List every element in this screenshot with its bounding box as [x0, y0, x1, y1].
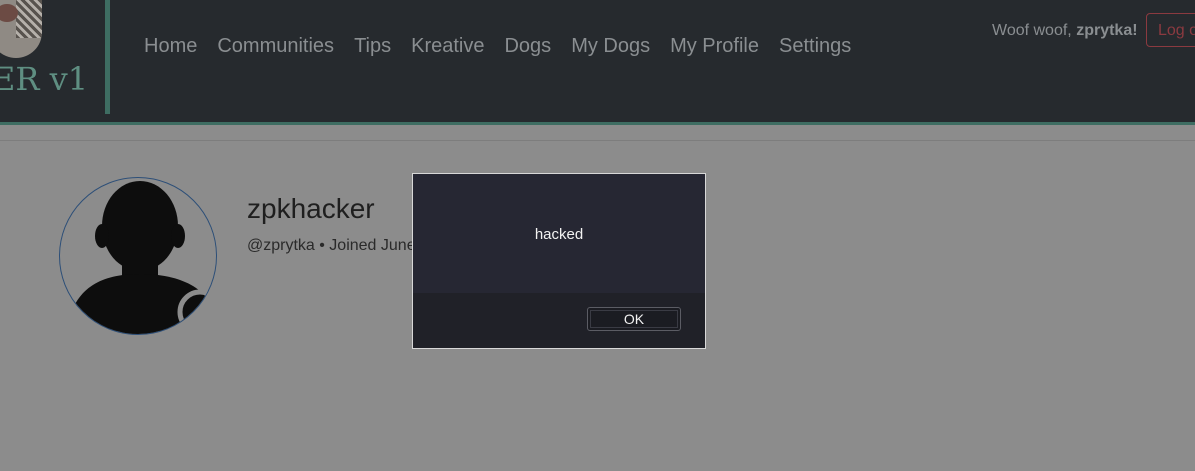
nav-dogs[interactable]: Dogs [504, 35, 551, 58]
person-silhouette-icon [66, 181, 216, 334]
brand-logo[interactable]: ER v1 [0, 0, 108, 114]
user-greeting: Woof woof, zprytka! [992, 22, 1138, 40]
nav-communities[interactable]: Communities [217, 35, 334, 58]
profile-handle-joined: @zprytka • Joined June [247, 237, 416, 254]
alert-dialog: hacked OK [412, 173, 706, 349]
ok-button[interactable]: OK [587, 307, 681, 331]
dog-logo-image [0, 0, 42, 58]
brand-divider [105, 0, 110, 114]
profile-avatar[interactable] [59, 177, 217, 335]
logout-button[interactable]: Log o [1146, 13, 1195, 47]
nav-home[interactable]: Home [144, 35, 197, 58]
alert-footer: OK [413, 293, 705, 348]
greeting-username: zprytka! [1076, 22, 1138, 39]
nav-links: Home Communities Tips Kreative Dogs My D… [144, 35, 871, 58]
nav-kreative[interactable]: Kreative [411, 35, 484, 58]
brand-title: ER v1 [0, 60, 89, 98]
profile-display-name: zpkhacker [247, 193, 375, 224]
top-navbar: ER v1 Home Communities Tips Kreative Dog… [0, 0, 1195, 125]
nav-my-profile[interactable]: My Profile [670, 35, 759, 58]
nav-my-dogs[interactable]: My Dogs [571, 35, 650, 58]
nav-settings[interactable]: Settings [779, 35, 851, 58]
alert-message: hacked [534, 226, 584, 243]
header-divider [0, 140, 1195, 141]
nav-tips[interactable]: Tips [354, 35, 391, 58]
greeting-prefix: Woof woof, [992, 22, 1077, 39]
